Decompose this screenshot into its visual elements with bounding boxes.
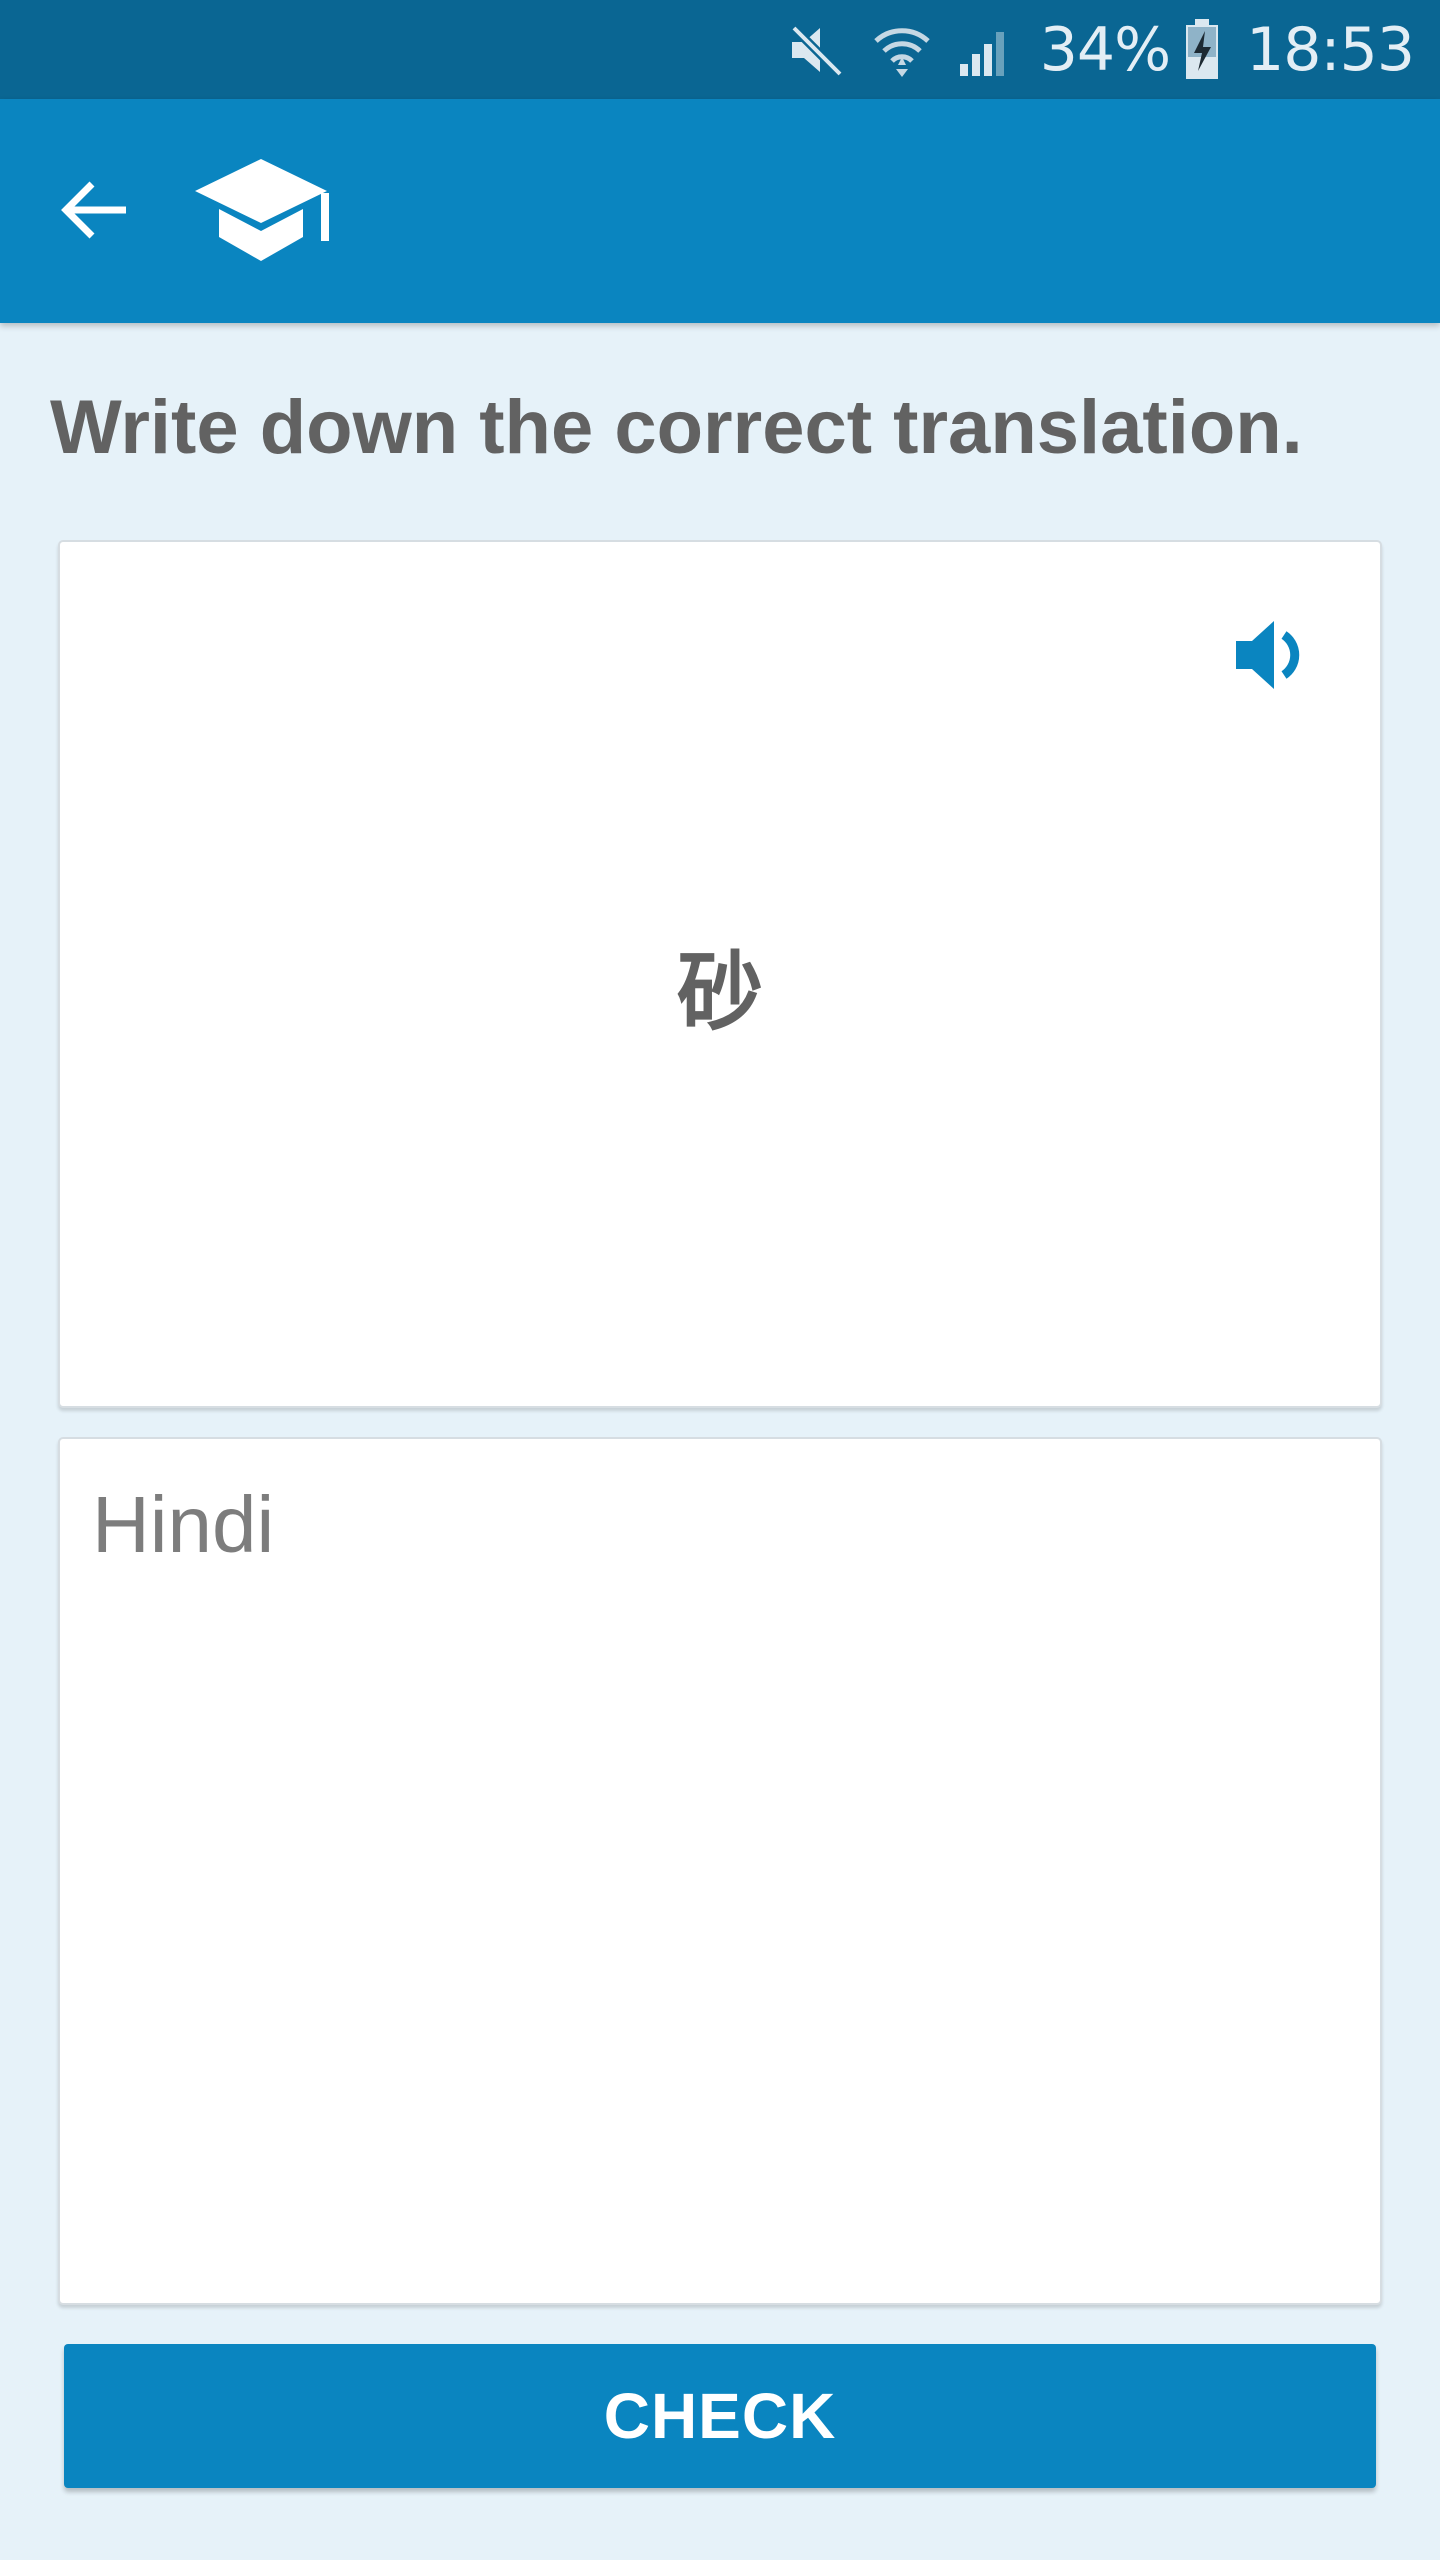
status-bar: 34% 18:53 bbox=[0, 0, 1440, 99]
back-button[interactable] bbox=[40, 155, 150, 265]
graduation-cap-icon bbox=[195, 151, 335, 271]
wifi-icon bbox=[872, 21, 932, 79]
app-bar bbox=[0, 99, 1440, 323]
signal-icon bbox=[958, 22, 1014, 78]
battery-charging-icon bbox=[1184, 18, 1220, 81]
clock: 18:53 bbox=[1246, 14, 1415, 85]
arrow-back-icon bbox=[61, 181, 126, 239]
check-button[interactable]: CHECK bbox=[64, 2344, 1376, 2488]
answer-card bbox=[58, 1437, 1382, 2305]
instruction-text: Write down the correct translation. bbox=[50, 385, 1303, 470]
source-word: 砂 bbox=[677, 943, 763, 1043]
speaker-icon bbox=[1236, 621, 1300, 689]
play-audio-button[interactable] bbox=[1232, 615, 1312, 695]
word-card: 砂 bbox=[58, 540, 1382, 1408]
translation-input[interactable] bbox=[60, 1439, 1380, 2303]
mute-icon bbox=[784, 22, 846, 78]
battery-percentage: 34% bbox=[1039, 14, 1171, 85]
